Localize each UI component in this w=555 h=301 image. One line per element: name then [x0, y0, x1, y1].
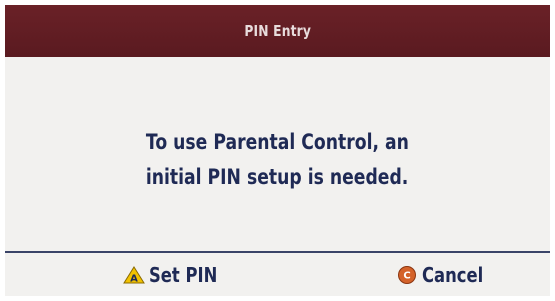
dialog-title: PIN Entry [244, 22, 311, 40]
triangle-a-button-icon: A [123, 265, 145, 285]
message-line-2: initial PIN setup is needed. [146, 165, 409, 189]
message-line-1: To use Parental Control, an [145, 130, 410, 154]
circle-c-button-icon: C [396, 265, 418, 285]
set-pin-label: Set PIN [149, 262, 218, 287]
pin-entry-dialog: PIN Entry To use Parental Control, an in… [5, 5, 550, 296]
cancel-label: Cancel [422, 262, 484, 287]
cancel-button[interactable]: C Cancel [396, 253, 497, 296]
set-pin-button[interactable]: A Set PIN [123, 253, 232, 296]
dialog-title-bar: PIN Entry [5, 5, 550, 57]
dialog-body: To use Parental Control, an initial PIN … [5, 57, 550, 251]
dialog-footer: A Set PIN C Cancel [5, 253, 550, 296]
svg-text:C: C [403, 270, 410, 281]
svg-text:A: A [130, 273, 138, 284]
